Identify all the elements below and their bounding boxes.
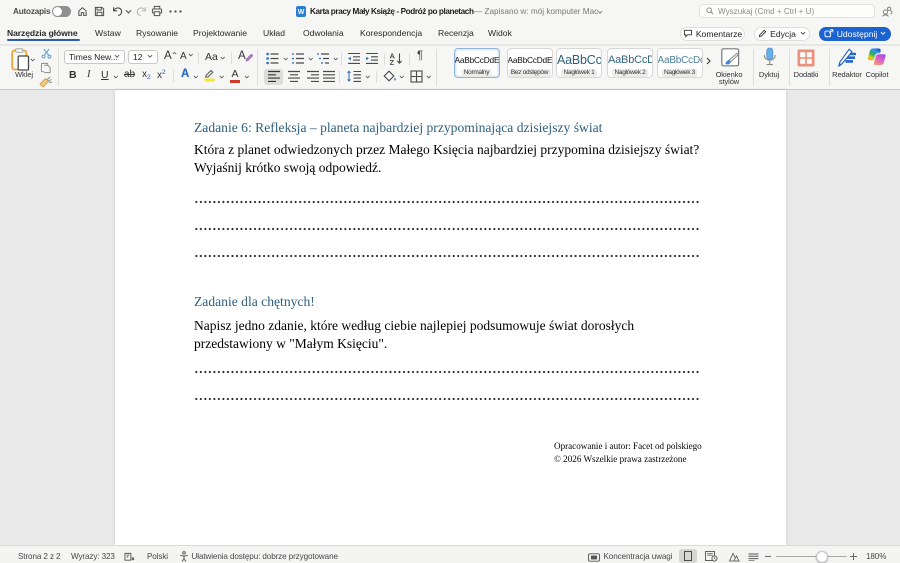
svg-text:W: W: [298, 9, 305, 16]
svg-text:Z: Z: [390, 58, 395, 66]
